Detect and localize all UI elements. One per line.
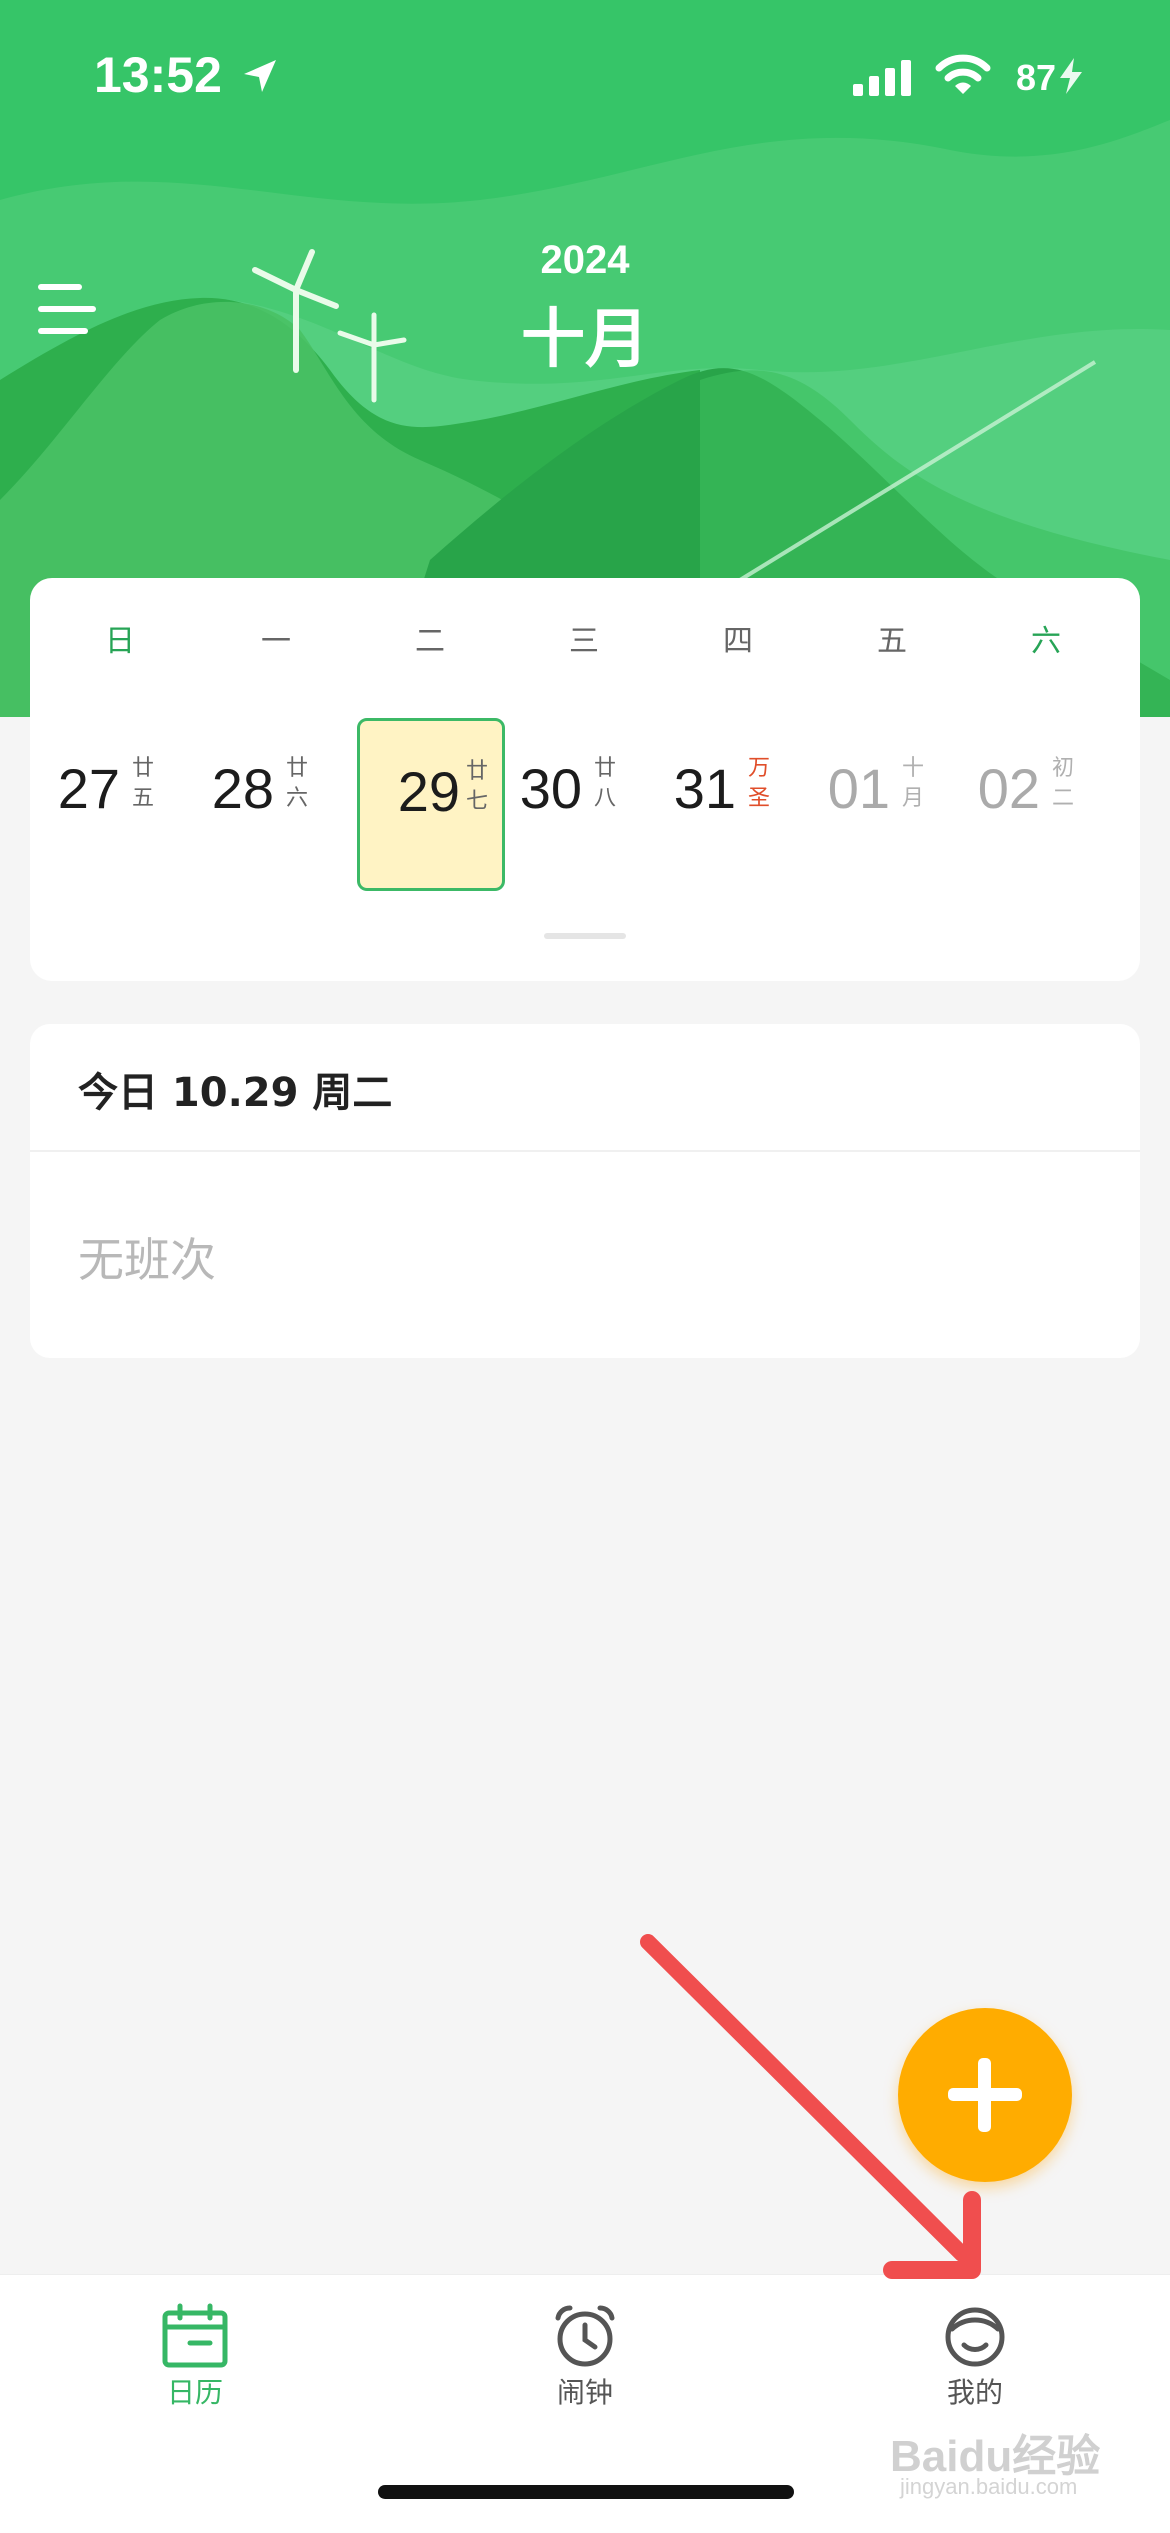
- status-bar: 13:52 87: [0, 0, 1170, 140]
- status-time: 13:52: [94, 47, 222, 103]
- day-number: 28: [211, 757, 274, 820]
- lunar-date: 廿七: [465, 759, 488, 814]
- shift-status: 无班次: [78, 1233, 216, 1287]
- alarm-clock-icon: [555, 2305, 615, 2367]
- lunar-date: 十月: [901, 756, 924, 811]
- weekday-fri: 五: [877, 624, 907, 659]
- header-year: 2024: [540, 238, 630, 282]
- day-number: 31: [673, 757, 736, 820]
- lunar-date: 初二: [1051, 756, 1074, 811]
- tab-alarm[interactable]: 闹钟: [485, 2303, 685, 2411]
- day-cell[interactable]: 30 廿八: [508, 718, 658, 878]
- weekday-sat: 六: [1031, 624, 1061, 659]
- expand-handle[interactable]: [544, 933, 626, 939]
- day-cell[interactable]: 01 十月: [816, 718, 966, 878]
- lunar-date: 廿八: [593, 756, 616, 811]
- weekday-thu: 四: [723, 624, 753, 659]
- tab-profile[interactable]: 我的: [875, 2303, 1075, 2411]
- watermark-url: jingyan.baidu.com: [900, 2474, 1078, 2499]
- cellular-signal-icon: [853, 60, 911, 96]
- day-cell-selected[interactable]: 29 廿七: [357, 718, 505, 891]
- day-cell[interactable]: 31 万圣: [662, 718, 812, 878]
- location-arrow-icon: [244, 60, 276, 92]
- day-number: 30: [519, 757, 582, 820]
- holiday-label: 万圣: [747, 756, 770, 811]
- day-number: 01: [827, 757, 890, 820]
- weekday-sun: 日: [105, 624, 135, 659]
- add-button[interactable]: [898, 2008, 1072, 2182]
- weekday-tue: 二: [415, 624, 445, 659]
- battery-level: 87: [1016, 56, 1086, 99]
- profile-icon: [945, 2307, 1005, 2367]
- calendar-icon: [162, 2303, 228, 2368]
- day-number: 02: [977, 757, 1040, 820]
- day-cell[interactable]: 02 初二: [966, 718, 1116, 878]
- charging-icon: [1060, 58, 1083, 94]
- day-number: 29: [397, 760, 460, 823]
- lunar-date: 廿五: [131, 756, 154, 811]
- today-title: 今日 10.29 周二: [78, 1070, 393, 1116]
- wifi-icon: [935, 54, 991, 94]
- today-card: 今日 10.29 周二 无班次: [30, 1024, 1140, 1358]
- tab-label: 闹钟: [556, 2376, 613, 2409]
- tab-calendar[interactable]: 日历: [95, 2303, 295, 2411]
- day-cell[interactable]: 28 廿六: [200, 718, 350, 878]
- day-cell[interactable]: 27 廿五: [46, 718, 196, 878]
- header-month[interactable]: 十月: [0, 288, 1170, 380]
- home-indicator: [378, 2485, 794, 2499]
- lunar-date: 廿六: [285, 756, 308, 811]
- weekday-mon: 一: [261, 624, 291, 659]
- tab-label: 日历: [166, 2376, 223, 2409]
- tab-label: 我的: [946, 2376, 1003, 2409]
- plus-icon: [948, 2058, 1022, 2132]
- divider: [30, 1150, 1140, 1152]
- weekday-wed: 三: [569, 624, 599, 659]
- week-calendar-card: 日 一 二 三 四 五 六 27 廿五 28 廿六 29 廿七 30 廿八 31…: [30, 578, 1140, 981]
- day-number: 27: [57, 757, 120, 820]
